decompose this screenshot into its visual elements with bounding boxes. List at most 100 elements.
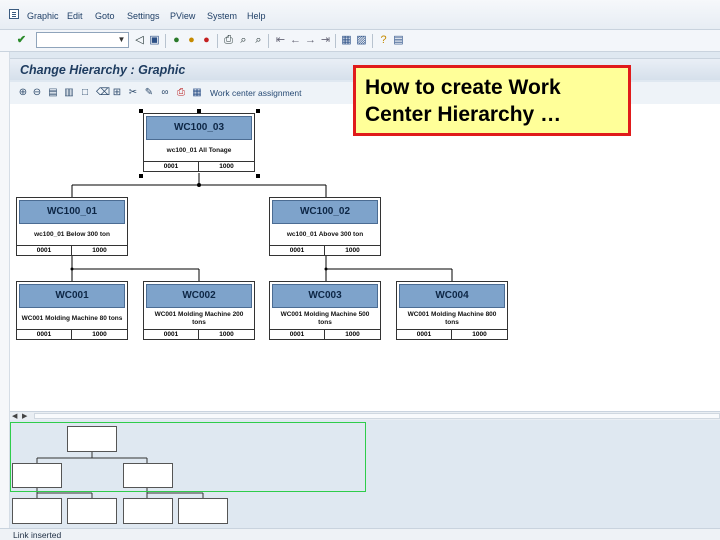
selection-handle[interactable]	[197, 109, 201, 113]
shortcut-icon[interactable]: ▨	[355, 34, 368, 47]
overview-icon[interactable]: ▤	[48, 87, 58, 98]
overview-node	[67, 498, 117, 524]
menu-edit[interactable]: Edit	[67, 11, 83, 21]
back-icon[interactable]: ●	[170, 34, 183, 47]
horizontal-scrollbar[interactable]: ◀ ▶	[10, 411, 720, 420]
status-message: Link inserted	[13, 530, 62, 540]
cancel-icon[interactable]: ●	[200, 34, 213, 47]
exit-icon[interactable]: ●	[185, 34, 198, 47]
menu-bar: Graphic Edit Goto Settings PView System …	[0, 0, 720, 30]
node-value: 1000	[325, 245, 380, 255]
node-plant: 0001	[270, 329, 325, 339]
selection-handle[interactable]	[139, 109, 143, 113]
page-title: Change Hierarchy : Graphic	[20, 63, 186, 77]
node-value: 1000	[72, 245, 127, 255]
node-plant: 0001	[144, 329, 199, 339]
toolbar-separator	[268, 34, 269, 48]
delete-icon[interactable]: ⌫	[96, 87, 110, 98]
node-plant: 0001	[144, 161, 199, 171]
zoom-in-icon[interactable]: ⊕	[18, 87, 28, 98]
node-id: WC001	[19, 284, 125, 308]
hierarchy-graphic-area[interactable]: WC100_03 wc100_01 All Tonage 0001 1000 W…	[10, 104, 720, 411]
callout-text: How to create Work Center Hierarchy …	[365, 76, 562, 126]
link-icon[interactable]: ∞	[160, 87, 170, 98]
overview-viewport-frame[interactable]	[10, 422, 366, 492]
selection-handle[interactable]	[256, 174, 260, 178]
scroll-left-icon[interactable]: ◀	[12, 412, 17, 420]
create-session-icon[interactable]: ▦	[340, 34, 353, 47]
menu-help[interactable]: Help	[247, 11, 266, 21]
first-page-icon[interactable]: ⇤	[274, 34, 287, 47]
window-menu-icon[interactable]	[9, 9, 19, 19]
next-page-icon[interactable]: →	[304, 34, 317, 47]
previous-page-icon[interactable]: ←	[289, 34, 302, 47]
find-next-icon[interactable]: ⌕	[252, 34, 265, 47]
node-plant: 0001	[17, 245, 72, 255]
hierarchy-node-level3[interactable]: WC003 WC001 Molding Machine 500 tons 000…	[269, 281, 381, 340]
hierarchy-node-level3[interactable]: WC002 WC001 Molding Machine 200 tons 000…	[143, 281, 255, 340]
node-id: WC003	[272, 284, 378, 308]
node-value: 1000	[72, 329, 127, 339]
edit-icon[interactable]: ✎	[144, 87, 154, 98]
overview-node	[12, 498, 62, 524]
left-edge	[0, 52, 10, 528]
node-value: 1000	[325, 329, 380, 339]
menu-goto[interactable]: Goto	[95, 11, 115, 21]
standard-toolbar: ✔ ▼ ◁ ▣ ● ● ● ⎙ ⌕ ⌕ ⇤ ← → ⇥ ▦ ▨ ? ▤	[0, 30, 720, 52]
toolbar-separator	[165, 34, 166, 48]
back-arrow-icon[interactable]: ◁	[133, 34, 146, 47]
annotation-callout: How to create Work Center Hierarchy …	[353, 65, 631, 136]
status-bar: Link inserted	[0, 528, 720, 540]
hierarchy-node-level3[interactable]: WC001 WC001 Molding Machine 80 tons 0001…	[16, 281, 128, 340]
node-plant: 0001	[397, 329, 452, 339]
hierarchy-node-level2[interactable]: WC100_02 wc100_01 Above 300 ton 0001 100…	[269, 197, 381, 256]
node-id: WC100_01	[19, 200, 125, 224]
work-center-assignment-button[interactable]: Work center assignment	[210, 88, 302, 98]
layout-icon[interactable]: ▤	[392, 34, 405, 47]
overview-node	[123, 498, 173, 524]
find-icon[interactable]: ⌕	[237, 34, 250, 47]
save-icon[interactable]: ▣	[148, 34, 161, 47]
menu-system[interactable]: System	[207, 11, 237, 21]
scroll-right-icon[interactable]: ▶	[22, 412, 27, 420]
junction-dot	[197, 183, 201, 187]
hierarchy-icon[interactable]: ⊞	[112, 87, 122, 98]
new-node-icon[interactable]: □	[80, 87, 90, 98]
hierarchy-node-level2[interactable]: WC100_01 wc100_01 Below 300 ton 0001 100…	[16, 197, 128, 256]
cut-link-icon[interactable]: ✂	[128, 87, 138, 98]
menu-pview[interactable]: PView	[170, 11, 195, 21]
help-icon[interactable]: ?	[377, 34, 390, 47]
node-description: WC001 Molding Machine 800 tons	[407, 311, 497, 326]
toolbar-separator	[217, 34, 218, 48]
chevron-down-icon[interactable]: ▼	[116, 34, 127, 46]
table-icon[interactable]: ▦	[192, 87, 202, 98]
toolbar-separator	[372, 34, 373, 48]
menu-graphic[interactable]: Graphic	[27, 11, 59, 21]
node-id: WC100_02	[272, 200, 378, 224]
enter-icon[interactable]: ✔	[15, 34, 28, 47]
print-icon[interactable]: ⎙	[222, 34, 235, 47]
node-value: 1000	[199, 161, 254, 171]
node-id: WC100_03	[146, 116, 252, 140]
command-field[interactable]: ▼	[36, 32, 129, 48]
hierarchy-node-level3[interactable]: WC004 WC001 Molding Machine 800 tons 000…	[396, 281, 508, 340]
menu-settings[interactable]: Settings	[127, 11, 160, 21]
selection-handle[interactable]	[139, 174, 143, 178]
selection-handle[interactable]	[256, 109, 260, 113]
node-value: 1000	[452, 329, 507, 339]
layout-icon[interactable]: ▥	[64, 87, 74, 98]
node-description: WC001 Molding Machine 500 tons	[280, 311, 370, 326]
node-description: WC001 Molding Machine 80 tons	[21, 315, 123, 322]
node-description: wc100_01 Above 300 ton	[286, 231, 364, 238]
node-plant: 0001	[270, 245, 325, 255]
last-page-icon[interactable]: ⇥	[319, 34, 332, 47]
print-icon[interactable]: ⎙	[176, 87, 186, 98]
zoom-out-icon[interactable]: ⊖	[32, 87, 42, 98]
node-id: WC004	[399, 284, 505, 308]
overview-node	[178, 498, 228, 524]
node-description: wc100_01 All Tonage	[166, 147, 232, 154]
hierarchy-node-root[interactable]: WC100_03 wc100_01 All Tonage 0001 1000	[143, 113, 255, 172]
junction-dot	[70, 267, 74, 271]
junction-dot	[324, 267, 328, 271]
scroll-thumb[interactable]	[34, 413, 720, 419]
